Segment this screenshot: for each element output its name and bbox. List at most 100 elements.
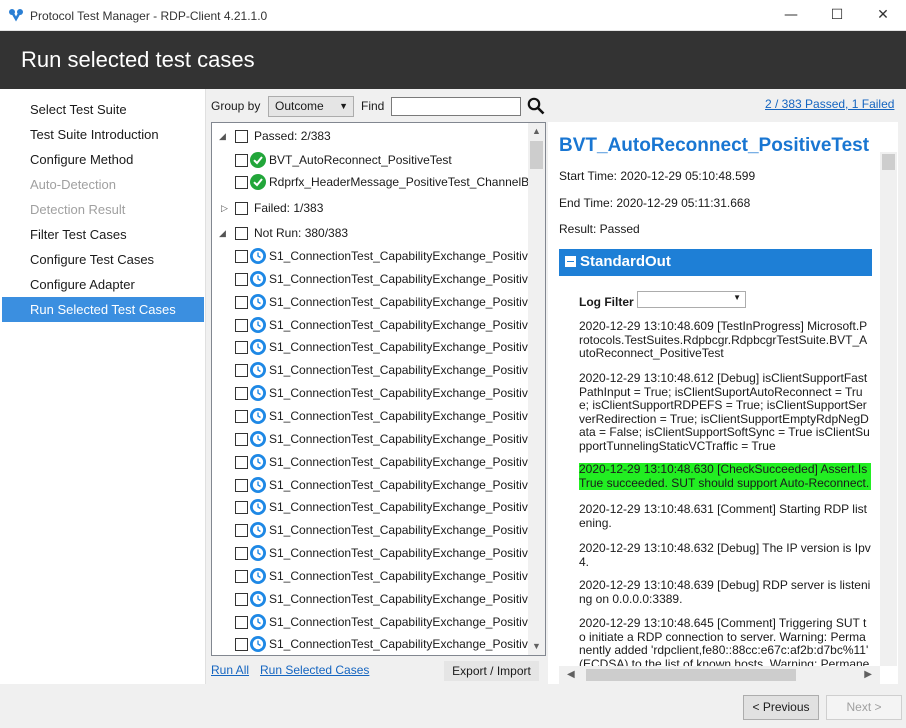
scroll-left-icon[interactable]: ◀ bbox=[567, 666, 575, 684]
nav-item-select-test-suite[interactable]: Select Test Suite bbox=[2, 97, 204, 122]
scroll-up-icon[interactable]: ▲ bbox=[528, 123, 545, 140]
expanded-triangle-icon[interactable]: ◢ bbox=[219, 131, 229, 141]
search-icon[interactable] bbox=[527, 97, 545, 115]
run-all-link[interactable]: Run All bbox=[211, 663, 249, 677]
nav-item-configure-adapter[interactable]: Configure Adapter bbox=[2, 272, 204, 297]
test-case-row[interactable]: S1_ConnectionTest_CapabilityExchange_Pos… bbox=[212, 405, 530, 427]
clock-icon bbox=[250, 407, 266, 424]
test-case-checkbox[interactable] bbox=[235, 547, 248, 561]
test-case-row[interactable]: S1_ConnectionTest_CapabilityExchange_Pos… bbox=[212, 588, 530, 610]
section-title: StandardOut bbox=[580, 253, 671, 270]
clock-icon bbox=[250, 522, 266, 539]
test-case-checkbox[interactable] bbox=[235, 295, 248, 309]
test-case-row[interactable]: BVT_AutoReconnect_PositiveTest bbox=[212, 149, 530, 171]
test-case-label: S1_ConnectionTest_CapabilityExchange_Pos… bbox=[269, 591, 530, 606]
test-case-row[interactable]: S1_ConnectionTest_CapabilityExchange_Pos… bbox=[212, 542, 530, 564]
test-case-row[interactable]: S1_ConnectionTest_CapabilityExchange_Pos… bbox=[212, 336, 530, 358]
find-input[interactable] bbox=[391, 97, 521, 116]
test-case-label: S1_ConnectionTest_CapabilityExchange_Pos… bbox=[269, 546, 530, 561]
test-case-checkbox[interactable] bbox=[235, 638, 248, 652]
test-case-row[interactable]: S1_ConnectionTest_CapabilityExchange_Pos… bbox=[212, 268, 530, 290]
run-selected-cases-link[interactable]: Run Selected Cases bbox=[260, 663, 369, 677]
nav-item-filter-test-cases[interactable]: Filter Test Cases bbox=[2, 222, 204, 247]
test-case-checkbox[interactable] bbox=[235, 176, 248, 189]
maximize-button[interactable]: ☐ bbox=[814, 0, 860, 31]
test-case-label: S1_ConnectionTest_CapabilityExchange_Pos… bbox=[269, 363, 530, 378]
test-case-row[interactable]: S1_ConnectionTest_CapabilityExchange_Pos… bbox=[212, 359, 530, 381]
scrollbar-thumb[interactable] bbox=[586, 669, 796, 681]
test-case-checkbox[interactable] bbox=[235, 524, 248, 538]
export-import-button[interactable]: Export / Import bbox=[444, 661, 539, 681]
clock-icon bbox=[250, 339, 266, 356]
log-entry: 2020-12-29 13:10:48.639 [Debug] RDP serv… bbox=[579, 578, 871, 606]
test-case-checkbox[interactable] bbox=[235, 409, 248, 423]
group-checkbox[interactable] bbox=[235, 130, 248, 143]
clock-icon bbox=[250, 567, 266, 584]
tree-group-notrun[interactable]: ◢ Not Run: 380/383 bbox=[212, 222, 530, 244]
collapse-icon[interactable] bbox=[565, 256, 576, 267]
group-by-value: Outcome bbox=[275, 99, 324, 113]
group-label: Failed: 1/383 bbox=[254, 201, 324, 215]
nav-item-auto-detection: Auto-Detection bbox=[30, 177, 116, 192]
nav-item-configure-test-cases[interactable]: Configure Test Cases bbox=[2, 247, 204, 272]
test-case-row[interactable]: S1_ConnectionTest_CapabilityExchange_Pos… bbox=[212, 451, 530, 473]
detail-vertical-scrollbar[interactable] bbox=[880, 152, 897, 666]
detail-horizontal-scrollbar[interactable]: ◀ ▶ bbox=[559, 666, 880, 684]
tree-group-passed[interactable]: ◢ Passed: 2/383 bbox=[212, 125, 530, 147]
test-case-label: S1_ConnectionTest_CapabilityExchange_Pos… bbox=[269, 317, 530, 332]
test-case-row[interactable]: S1_ConnectionTest_CapabilityExchange_Pos… bbox=[212, 496, 530, 518]
expanded-triangle-icon[interactable]: ◢ bbox=[219, 228, 229, 238]
test-case-row[interactable]: S1_ConnectionTest_CapabilityExchange_Pos… bbox=[212, 428, 530, 450]
test-case-checkbox[interactable] bbox=[235, 592, 248, 606]
test-case-checkbox[interactable] bbox=[235, 432, 248, 446]
log-filter-select[interactable]: ▼ bbox=[637, 291, 746, 308]
tree-group-failed[interactable]: ▷ Failed: 1/383 bbox=[212, 197, 530, 219]
test-case-row[interactable]: S1_ConnectionTest_CapabilityExchange_Pos… bbox=[212, 611, 530, 633]
test-case-row[interactable]: S1_ConnectionTest_CapabilityExchange_Pos… bbox=[212, 519, 530, 541]
test-case-row[interactable]: S1_ConnectionTest_CapabilityExchange_Pos… bbox=[212, 633, 530, 655]
results-summary-link[interactable]: 2 / 383 Passed, 1 Failed bbox=[765, 97, 894, 111]
close-button[interactable]: ✕ bbox=[860, 0, 906, 31]
clock-icon bbox=[250, 270, 266, 287]
test-case-checkbox[interactable] bbox=[235, 615, 248, 629]
test-case-row[interactable]: S1_ConnectionTest_CapabilityExchange_Pos… bbox=[212, 382, 530, 404]
tree-scrollbar[interactable]: ▲ ▼ bbox=[528, 123, 545, 655]
clock-icon bbox=[250, 430, 266, 447]
test-case-tree[interactable]: ◢ Passed: 2/383 BVT_AutoReconnect_Positi… bbox=[211, 122, 546, 656]
log-entry: 2020-12-29 13:10:48.612 [Debug] isClient… bbox=[579, 371, 870, 453]
test-case-checkbox[interactable] bbox=[235, 272, 248, 286]
minimize-button[interactable]: — bbox=[768, 0, 814, 31]
test-case-checkbox[interactable] bbox=[235, 341, 248, 355]
scroll-down-icon[interactable]: ▼ bbox=[528, 638, 545, 655]
test-case-row[interactable]: S1_ConnectionTest_CapabilityExchange_Pos… bbox=[212, 314, 530, 336]
test-case-row[interactable]: S1_ConnectionTest_CapabilityExchange_Pos… bbox=[212, 474, 530, 496]
previous-button[interactable]: < Previous bbox=[743, 695, 819, 720]
scroll-right-icon[interactable]: ▶ bbox=[864, 666, 872, 684]
scrollbar-thumb[interactable] bbox=[882, 154, 895, 170]
group-checkbox[interactable] bbox=[235, 202, 248, 215]
nav-item-run-selected-test-cases[interactable]: Run Selected Test Cases bbox=[2, 297, 204, 322]
test-case-checkbox[interactable] bbox=[235, 501, 248, 515]
test-case-checkbox[interactable] bbox=[235, 455, 248, 469]
group-checkbox[interactable] bbox=[235, 227, 248, 240]
group-label: Passed: 2/383 bbox=[254, 129, 331, 143]
test-case-checkbox[interactable] bbox=[235, 364, 248, 378]
test-case-checkbox[interactable] bbox=[235, 250, 248, 263]
test-case-row[interactable]: Rdprfx_HeaderMessage_PositiveTest_Channe… bbox=[212, 171, 530, 193]
scrollbar-thumb[interactable] bbox=[530, 141, 543, 169]
standardout-section-header[interactable]: StandardOut bbox=[559, 249, 872, 276]
test-case-checkbox[interactable] bbox=[235, 318, 248, 332]
group-by-select[interactable]: Outcome ▼ bbox=[268, 96, 354, 117]
test-case-checkbox[interactable] bbox=[235, 154, 248, 167]
nav-item-configure-method[interactable]: Configure Method bbox=[2, 147, 204, 172]
nav-item-test-suite-introduction[interactable]: Test Suite Introduction bbox=[2, 122, 204, 147]
test-case-checkbox[interactable] bbox=[235, 387, 248, 401]
test-case-row[interactable]: S1_ConnectionTest_CapabilityExchange_Pos… bbox=[212, 291, 530, 313]
collapsed-triangle-icon[interactable]: ▷ bbox=[221, 203, 231, 213]
clock-icon bbox=[250, 453, 266, 470]
test-case-checkbox[interactable] bbox=[235, 478, 248, 492]
test-case-row[interactable]: S1_ConnectionTest_CapabilityExchange_Pos… bbox=[212, 565, 530, 587]
test-case-row[interactable]: S1_ConnectionTest_CapabilityExchange_Pos… bbox=[212, 245, 530, 267]
test-case-checkbox[interactable] bbox=[235, 569, 248, 583]
test-detail-panel: BVT_AutoReconnect_PositiveTest Start Tim… bbox=[548, 122, 898, 684]
